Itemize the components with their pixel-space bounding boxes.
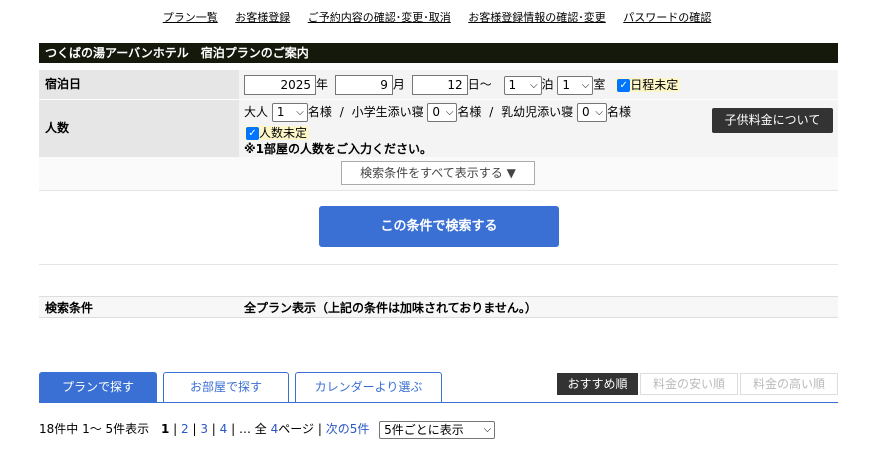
nights-value: 1: [508, 77, 517, 92]
search-button[interactable]: この条件で検索する: [319, 206, 559, 247]
chevron-down-icon: ⌵: [595, 107, 603, 118]
next-page-link[interactable]: 次の5件: [326, 422, 370, 436]
adult-unit: 名様: [307, 105, 332, 119]
child-unit: 名様: [457, 105, 482, 119]
nav-register[interactable]: お客様登録: [235, 11, 290, 24]
nav-password[interactable]: パスワードの確認: [623, 11, 711, 24]
people-note: ※1部屋の人数をご入力ください。: [244, 142, 433, 156]
chevron-down-icon: ⌵: [296, 107, 304, 118]
conditions-label: 検索条件: [45, 301, 94, 315]
rooms-unit: 室: [593, 77, 606, 92]
adult-label: 大人: [244, 105, 269, 119]
day-input[interactable]: 12: [411, 75, 468, 95]
tab-calendar[interactable]: カレンダーより選ぶ: [295, 372, 442, 403]
people-label: 人数: [39, 100, 239, 157]
current-page: 1: [161, 422, 170, 436]
separator: /: [489, 105, 494, 119]
infant-value: 0: [581, 105, 590, 119]
per-page-select[interactable]: 5件ごとに表示 ⌵: [379, 420, 496, 439]
tab-underline: [39, 402, 838, 403]
rooms-select[interactable]: 1 ⌵: [557, 75, 594, 95]
show-all-conditions-button[interactable]: 検索条件をすべて表示する ▼: [341, 161, 535, 185]
page-link-2[interactable]: 2: [181, 422, 189, 436]
month-unit: 月: [392, 77, 405, 92]
nights-select[interactable]: 1 ⌵: [503, 75, 542, 95]
chevron-down-icon: ⌵: [581, 79, 590, 91]
infant-label: 乳幼児添い寝: [501, 105, 574, 119]
tab-plan[interactable]: プランで探す: [39, 372, 157, 403]
nights-unit: 泊: [541, 77, 554, 92]
child-select[interactable]: 0 ⌵: [427, 103, 458, 122]
adult-value: 1: [276, 105, 285, 119]
chevron-down-icon: ⌵: [483, 423, 492, 435]
top-nav: プラン一覧 お客様登録 ご予約内容の確認･変更･取消 お客様登録情報の確認･変更…: [0, 9, 874, 25]
year-unit: 年: [316, 77, 329, 92]
chevron-down-icon: ⌵: [445, 107, 454, 118]
pager-ellipsis: … 全: [238, 422, 267, 436]
sort-price-low[interactable]: 料金の安い順: [640, 373, 738, 395]
sort-price-high[interactable]: 料金の高い順: [740, 373, 838, 395]
per-page-value: 5件ごとに表示: [384, 422, 464, 437]
nav-plan-list[interactable]: プラン一覧: [163, 11, 218, 24]
nav-reservation-check[interactable]: ご予約内容の確認･変更･取消: [308, 11, 451, 24]
chevron-down-icon: ⌵: [529, 79, 538, 91]
divider: [39, 264, 838, 265]
stay-date-label: 宿泊日: [39, 70, 239, 99]
year-input[interactable]: 2025: [244, 75, 316, 95]
infant-select[interactable]: 0 ⌵: [576, 103, 607, 122]
date-undecided-label: 日程未定: [630, 77, 679, 92]
conditions-value: 全プラン表示（上記の条件は加味されておりません。）: [244, 301, 537, 315]
day-unit: 日～: [467, 77, 492, 92]
date-undecided-checkbox[interactable]: ✓: [617, 78, 631, 92]
nav-account-info[interactable]: お客様登録情報の確認･変更: [468, 11, 606, 24]
child-fee-button[interactable]: 子供料金について: [712, 108, 833, 133]
people-undecided-label: 人数未定: [259, 126, 308, 140]
tab-room[interactable]: お部屋で探す: [163, 372, 289, 403]
pager: 18件中 1～ 5件表示 1 | 2 | 3 | 4 | … 全 4ページ | …: [39, 420, 496, 439]
child-value: 0: [432, 105, 441, 119]
adult-select[interactable]: 1 ⌵: [271, 103, 308, 122]
separator: /: [339, 105, 344, 119]
result-summary: 18件中 1～ 5件表示: [39, 422, 150, 436]
stay-date-row: 2025 年 9月 12 日～ 1 ⌵ 泊 1 ⌵ 室 ✓ 日程未定: [239, 70, 838, 99]
page-title: つくばの湯アーバンホテル 宿泊プランのご案内: [39, 43, 838, 63]
page-link-4[interactable]: 4: [220, 422, 228, 436]
month-input[interactable]: 9: [334, 75, 393, 95]
total-pages-unit: ページ: [278, 422, 315, 436]
infant-unit: 名様: [606, 105, 631, 119]
rooms-value: 1: [562, 77, 571, 92]
sort-recommended[interactable]: おすすめ順: [557, 373, 638, 395]
child-label: 小学生添い寝: [351, 105, 424, 119]
page-link-3[interactable]: 3: [200, 422, 208, 436]
people-undecided-checkbox[interactable]: ✓: [246, 127, 259, 140]
